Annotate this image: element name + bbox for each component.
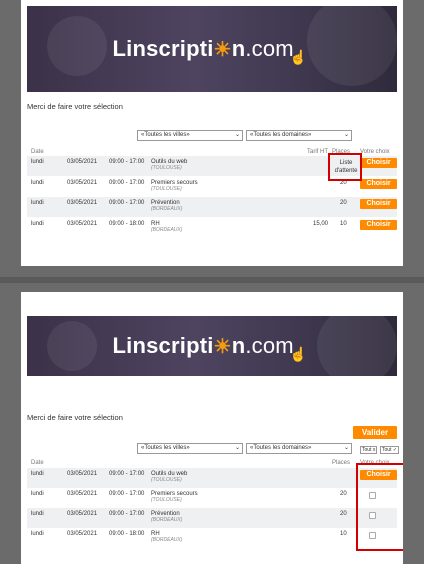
header-banner: Linscripti☀n.com☝ (27, 316, 397, 376)
brand-logo: Linscripti☀n.com☝ (112, 333, 308, 362)
table-row: lundi 03/05/2021 09:00 - 18:00 RH (BORDEA… (31, 531, 347, 543)
sunburst-icon: ☀ (213, 39, 232, 61)
table-row: lundi 03/05/2021 09:00 - 18:00 RH (BORDEA… (31, 221, 347, 233)
header-date: Date (31, 149, 44, 155)
city-select[interactable]: «Toutes les villes» ⌄ (137, 130, 243, 141)
select-all-button[interactable]: Tout ✓ (380, 446, 400, 454)
validate-button[interactable]: Valider (353, 426, 397, 439)
choose-button[interactable]: Choisir (360, 220, 397, 230)
hand-cursor-icon: ☝ (289, 346, 308, 362)
header-tarif: Tarif HT (307, 149, 328, 155)
choose-button[interactable]: Choisir (360, 179, 397, 189)
hand-cursor-icon: ☝ (289, 49, 308, 65)
screen-bottom: Linscripti☀n.com☝ Merci de faire votre s… (21, 292, 403, 564)
highlight-box (356, 463, 403, 551)
deselect-all-button[interactable]: Tout x (360, 446, 378, 454)
table-row: lundi 03/05/2021 09:00 - 17:00 Premiers … (31, 491, 347, 503)
table-row: lundi 03/05/2021 09:00 - 17:00 Préventio… (27, 197, 397, 217)
domain-select[interactable]: «Toutes les domaines» ⌄ (246, 130, 352, 141)
divider (0, 277, 424, 283)
highlight-box (328, 153, 362, 181)
header-banner: Linscripti☀n.com☝ (27, 6, 397, 92)
header-places: Places (332, 460, 351, 466)
choose-button[interactable]: Choisir (360, 199, 397, 209)
table-row: lundi 03/05/2021 09:00 - 17:00 Préventio… (27, 508, 397, 528)
choose-button[interactable]: Choisir (360, 158, 397, 168)
header-date: Date (31, 460, 44, 466)
page-title: Merci de faire votre sélection (27, 102, 123, 111)
chevron-down-icon: ⌄ (343, 132, 349, 138)
city-select[interactable]: «Toutes les villes» ⌄ (137, 443, 243, 454)
table-row: lundi 03/05/2021 09:00 - 17:00 Outils du… (27, 468, 397, 488)
page-title: Merci de faire votre sélection (27, 413, 123, 422)
brand-logo: Linscripti☀n.com☝ (112, 36, 308, 65)
screen-top: Linscripti☀n.com☝ Merci de faire votre s… (21, 0, 403, 266)
chevron-down-icon: ⌄ (234, 445, 240, 451)
sunburst-icon: ☀ (213, 336, 232, 358)
chevron-down-icon: ⌄ (234, 132, 240, 138)
header-choix: Votre choix (360, 149, 390, 155)
chevron-down-icon: ⌄ (343, 445, 349, 451)
domain-select[interactable]: «Toutes les domaines» ⌄ (246, 443, 352, 454)
